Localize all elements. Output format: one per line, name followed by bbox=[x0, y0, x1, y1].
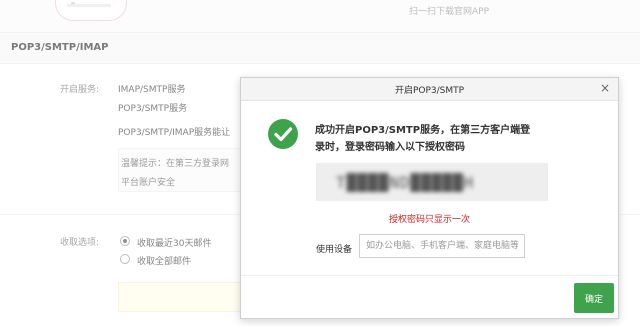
one-time-notice: 授权密码只显示一次 bbox=[389, 215, 471, 225]
dialog-header: 开启POP3/SMTP × bbox=[241, 78, 618, 101]
check-circle-icon bbox=[268, 119, 298, 149]
confirm-button[interactable]: 确定 bbox=[574, 283, 614, 313]
enable-pop3-dialog: 开启POP3/SMTP × 成功开启POP3/SMTP服务，在第三方客户端登 录… bbox=[240, 77, 619, 319]
auth-code: T████ND█████H bbox=[336, 173, 475, 192]
device-label: 使用设备 bbox=[316, 245, 353, 255]
close-icon[interactable]: × bbox=[598, 81, 612, 95]
dialog-footer-divider bbox=[241, 275, 618, 276]
success-line-1: 成功开启POP3/SMTP服务，在第三方客户端登 bbox=[315, 125, 531, 136]
device-input[interactable] bbox=[359, 234, 525, 258]
dialog-title: 开启POP3/SMTP bbox=[394, 86, 465, 96]
success-line-2: 录时，登录密码输入以下授权密码 bbox=[315, 142, 465, 153]
success-message: 成功开启POP3/SMTP服务，在第三方客户端登 录时，登录密码输入以下授权密码 bbox=[315, 122, 555, 156]
auth-code-box: T████ND█████H bbox=[316, 163, 548, 201]
